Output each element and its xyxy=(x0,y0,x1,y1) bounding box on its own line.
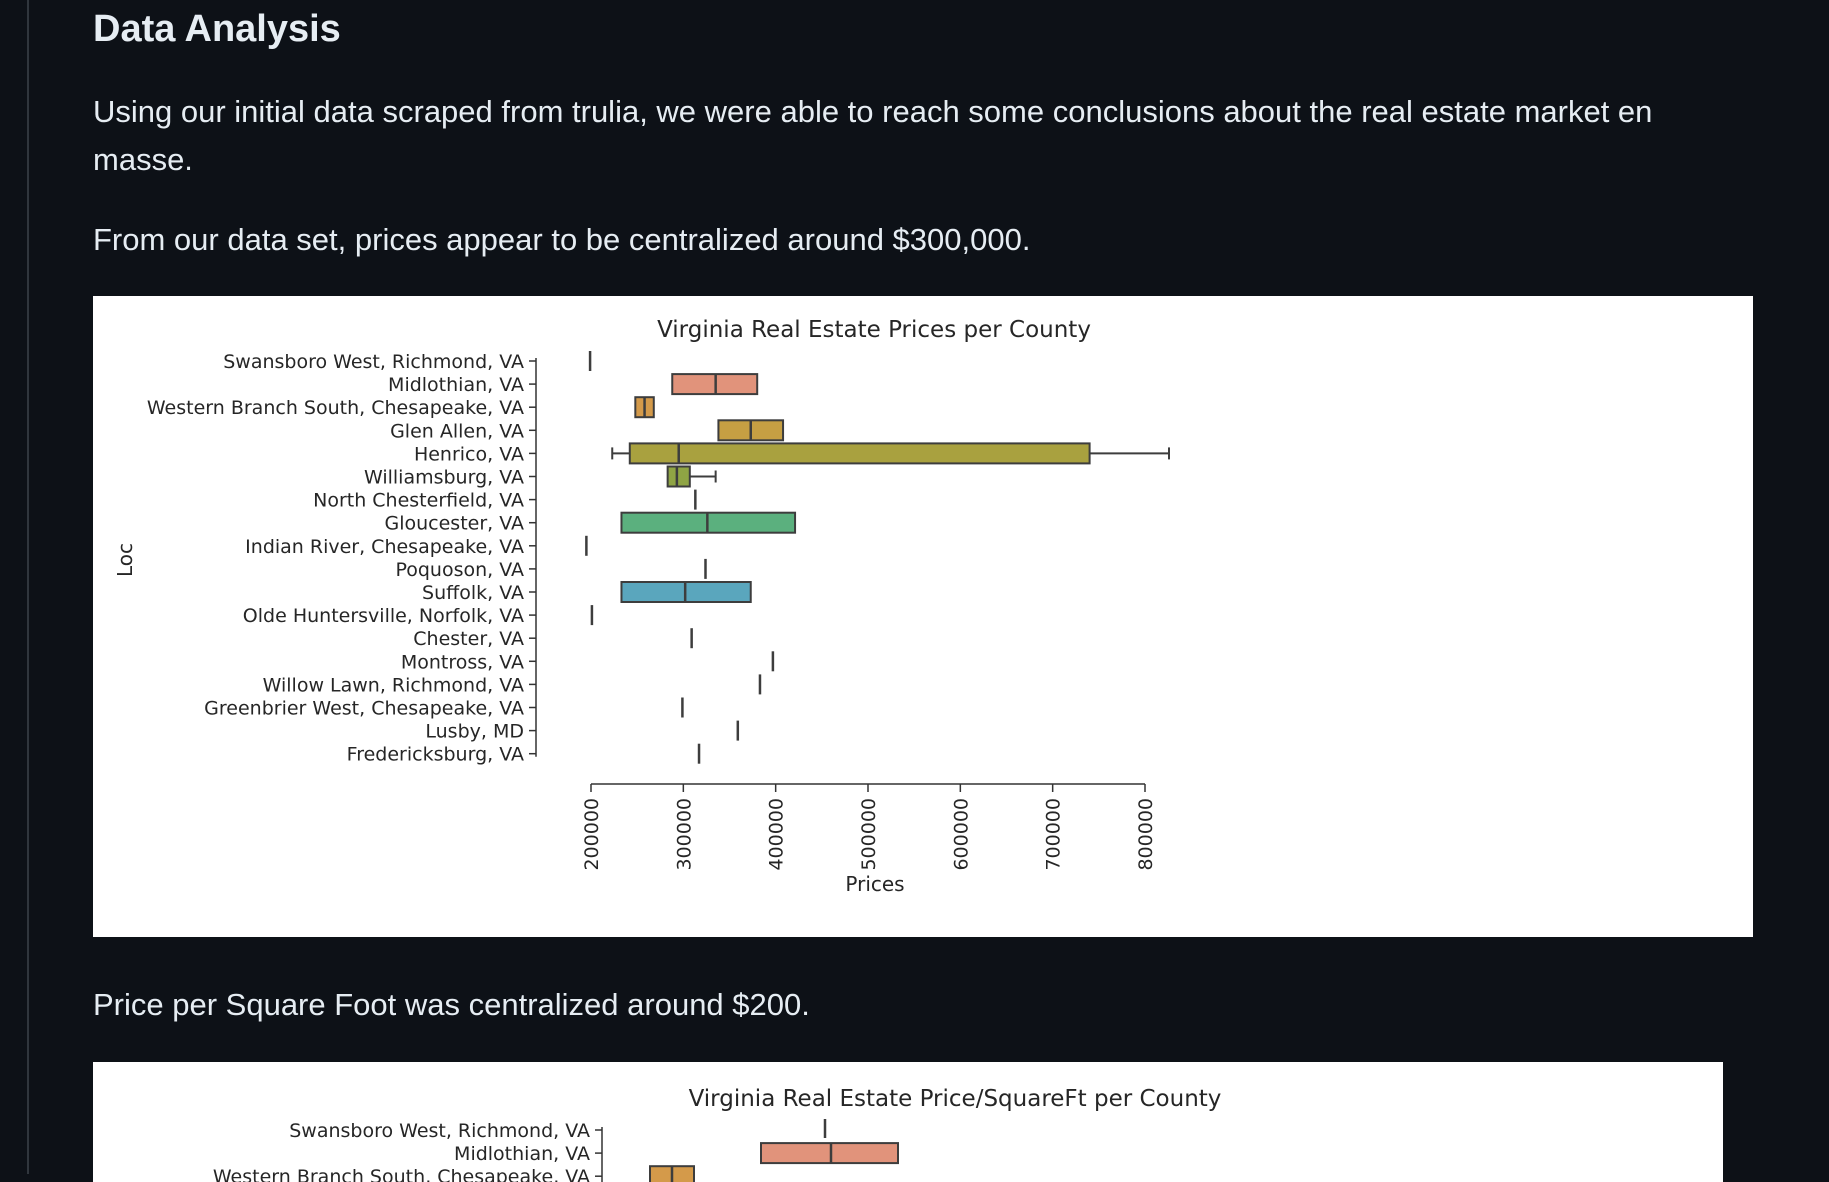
box-henrico-va xyxy=(611,442,1171,465)
chart-title: Virginia Real Estate Prices per County xyxy=(657,317,1091,343)
chart-title: Virginia Real Estate Price/SquareFt per … xyxy=(689,1086,1222,1112)
box-midlothian-va xyxy=(671,373,759,396)
box-western-branch-south-chesapeake-va xyxy=(649,1165,695,1182)
box-body xyxy=(628,442,1091,465)
x-tick-label: 400000 xyxy=(766,798,788,871)
y-axis-label: Loc xyxy=(113,543,137,577)
y-tick-label: Poquoson, VA xyxy=(395,559,524,581)
prices-paragraph: From our data set, prices appear to be c… xyxy=(93,222,1031,257)
price-per-sqft-boxplot-figure: Virginia Real Estate Price/SquareFt per … xyxy=(93,1062,1723,1182)
y-tick-label: Montross, VA xyxy=(401,651,524,673)
y-tick-label: Lusby, MD xyxy=(425,721,524,743)
x-tick-label: 500000 xyxy=(858,798,880,871)
x-tick-label: 600000 xyxy=(950,798,972,871)
price-per-sqft-boxplot-svg: Virginia Real Estate Price/SquareFt per … xyxy=(213,1086,1222,1182)
box-body xyxy=(666,465,691,488)
y-tick-label: Western Branch South, Chesapeake, VA xyxy=(213,1166,590,1182)
box-suffolk-va xyxy=(620,581,752,603)
y-tick-label: Midlothian, VA xyxy=(388,374,524,396)
y-tick-label: Willow Lawn, Richmond, VA xyxy=(263,674,524,696)
x-tick-label: 800000 xyxy=(1135,798,1157,871)
content-left-border xyxy=(27,0,29,1174)
y-tick-label: Glen Allen, VA xyxy=(390,420,524,442)
prices-boxplot-figure: Virginia Real Estate Prices per County Sw… xyxy=(93,296,1753,937)
x-tick-label: 300000 xyxy=(673,798,695,871)
y-tick-label: Fredericksburg, VA xyxy=(347,744,524,766)
y-tick-label: Swansboro West, Richmond, VA xyxy=(289,1120,590,1142)
box-glen-allen-va xyxy=(717,419,785,442)
box-body xyxy=(760,1142,899,1165)
prices-boxplot-svg: Virginia Real Estate Prices per County Sw… xyxy=(113,317,1171,896)
y-tick-label: Swansboro West, Richmond, VA xyxy=(223,351,524,373)
y-tick-label: Midlothian, VA xyxy=(454,1143,590,1165)
y-tick-label: Gloucester, VA xyxy=(384,513,524,535)
intro-paragraph: Using our initial data scraped from trul… xyxy=(93,94,1653,177)
y-tick-label: Indian River, Chesapeake, VA xyxy=(245,536,524,558)
box-williamsburg-va xyxy=(666,465,717,488)
y-tick-label: North Chesterfield, VA xyxy=(313,490,524,512)
box-midlothian-va xyxy=(760,1142,899,1165)
y-tick-label: Suffolk, VA xyxy=(422,582,524,604)
y-tick-label: Greenbrier West, Chesapeake, VA xyxy=(204,698,524,720)
section-heading: Data Analysis xyxy=(93,8,341,50)
box-gloucester-va xyxy=(620,511,797,534)
y-tick-label: Williamsburg, VA xyxy=(364,467,524,489)
x-tick-label: 700000 xyxy=(1043,798,1065,871)
box-western-branch-south-chesapeake-va xyxy=(634,396,655,419)
y-tick-label: Olde Huntersville, Norfolk, VA xyxy=(243,605,524,627)
y-tick-label: Henrico, VA xyxy=(414,443,524,465)
price-per-sqft-paragraph: Price per Square Foot was centralized ar… xyxy=(93,987,810,1022)
y-tick-label: Chester, VA xyxy=(413,628,524,650)
x-tick-label: 200000 xyxy=(581,798,603,871)
y-tick-label: Western Branch South, Chesapeake, VA xyxy=(147,397,524,419)
x-axis-label: Prices xyxy=(845,872,904,896)
